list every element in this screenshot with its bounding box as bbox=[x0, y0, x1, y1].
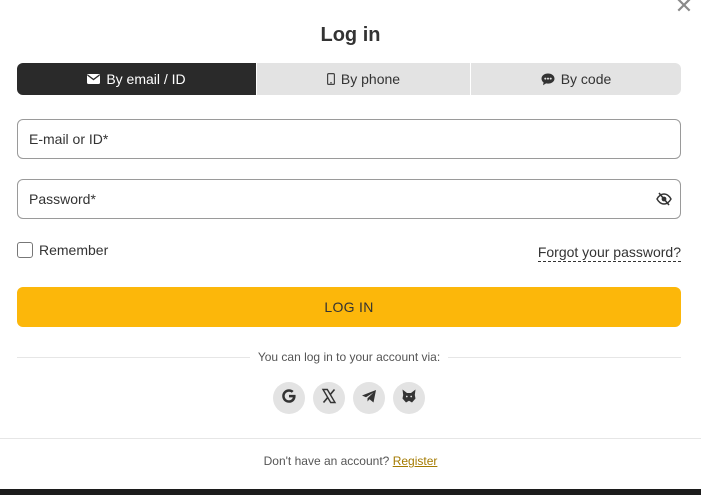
login-dialog: ✕ Log in By email / ID By phone By code bbox=[0, 0, 701, 489]
register-prompt: Don't have an account? Register bbox=[0, 454, 701, 468]
tab-label: By email / ID bbox=[106, 71, 186, 87]
telegram-login-button[interactable] bbox=[353, 382, 385, 414]
social-login-caption: You can log in to your account via: bbox=[257, 350, 441, 364]
register-link[interactable]: Register bbox=[393, 454, 438, 468]
dialog-title: Log in bbox=[320, 24, 381, 46]
remember-checkbox[interactable] bbox=[17, 242, 33, 258]
password-field-wrapper bbox=[17, 179, 681, 219]
close-icon[interactable]: ✕ bbox=[674, 0, 694, 17]
x-icon bbox=[321, 388, 337, 409]
email-field[interactable] bbox=[18, 120, 629, 158]
background-overlay bbox=[0, 489, 701, 495]
footer-divider bbox=[0, 438, 701, 439]
eye-slash-icon[interactable] bbox=[656, 192, 672, 206]
tab-by-email[interactable]: By email / ID bbox=[17, 63, 257, 95]
remember-checkbox-row[interactable]: Remember bbox=[17, 242, 108, 258]
x-login-button[interactable] bbox=[313, 382, 345, 414]
divider-left bbox=[17, 357, 250, 358]
envelope-icon bbox=[87, 74, 101, 84]
tab-label: By code bbox=[560, 71, 612, 87]
chat-bubble-icon bbox=[541, 73, 555, 86]
email-field-wrapper bbox=[17, 119, 681, 159]
google-login-button[interactable] bbox=[273, 382, 305, 414]
google-icon bbox=[281, 388, 297, 409]
phone-icon bbox=[326, 73, 335, 85]
forgot-password-link[interactable]: Forgot your password? bbox=[537, 244, 681, 262]
divider-right bbox=[448, 357, 681, 358]
login-button[interactable]: LOG IN bbox=[17, 287, 681, 327]
remember-label: Remember bbox=[39, 242, 109, 258]
metamask-login-button[interactable] bbox=[393, 382, 425, 414]
tab-by-code[interactable]: By code bbox=[471, 63, 681, 95]
login-method-tabs: By email / ID By phone By code bbox=[17, 63, 681, 95]
register-prompt-text: Don't have an account? bbox=[263, 454, 390, 468]
metamask-icon bbox=[401, 388, 417, 409]
telegram-icon bbox=[361, 388, 377, 409]
tab-by-phone[interactable]: By phone bbox=[257, 63, 471, 95]
password-field[interactable] bbox=[18, 180, 629, 218]
social-login-buttons bbox=[273, 382, 425, 414]
tab-label: By phone bbox=[340, 71, 401, 87]
